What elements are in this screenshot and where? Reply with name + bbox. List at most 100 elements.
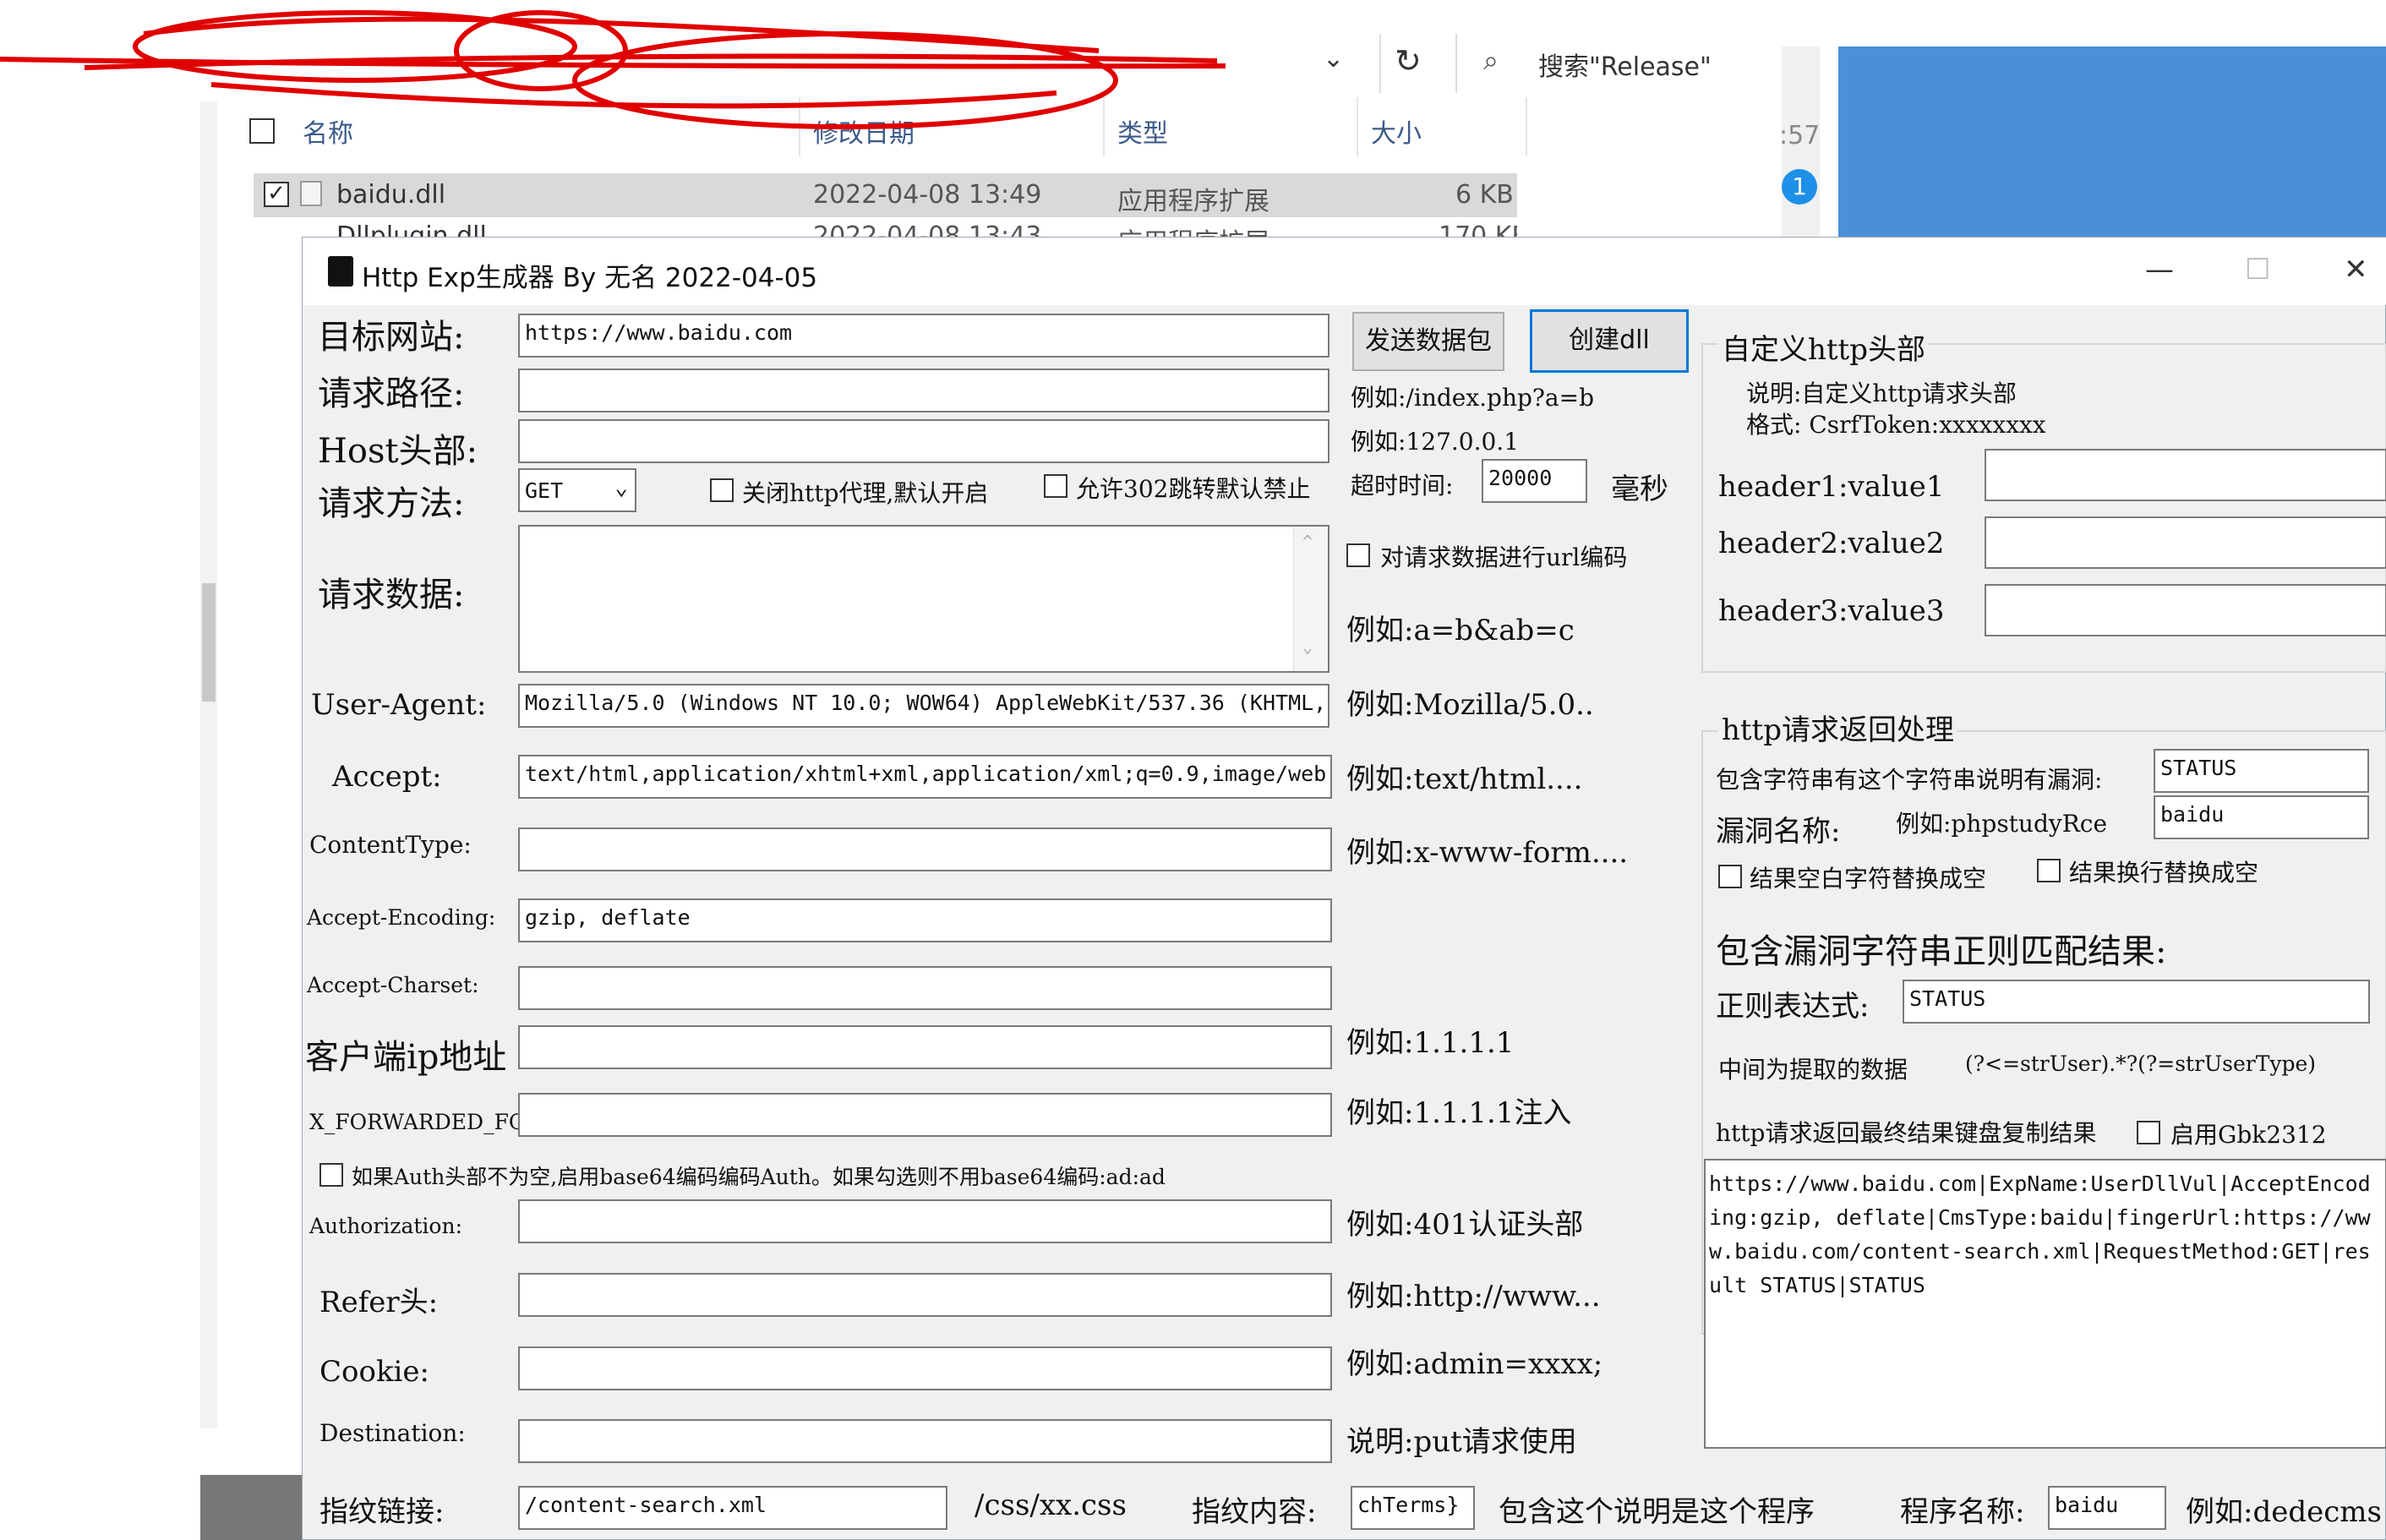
refer-example: 例如:http://www...	[1346, 1280, 1601, 1313]
chevron-down-icon[interactable]: ⌄	[1323, 44, 1344, 74]
auth-label: Authorization:	[309, 1214, 462, 1238]
header2-label: header2:value2	[1718, 527, 1945, 560]
newline-replace-label: 结果换行替换成空	[2069, 859, 2259, 887]
data-label: 请求数据:	[318, 576, 465, 614]
method-select[interactable]: GET ⌄	[518, 468, 636, 512]
client-ip-input[interactable]	[518, 1025, 1332, 1069]
search-input[interactable]: ⌕ 搜索"Release"	[1458, 35, 1766, 91]
cookie-input[interactable]	[518, 1346, 1332, 1390]
fingerprint-link-input[interactable]: /content-search.xml	[518, 1486, 947, 1530]
path-input[interactable]	[518, 369, 1329, 412]
final-result-textarea[interactable]: https://www.baidu.com|ExpName:UserDllVul…	[1704, 1159, 2386, 1449]
host-label: Host头部:	[318, 432, 478, 471]
host-input[interactable]	[518, 419, 1329, 463]
thumbnail-strip	[200, 1475, 302, 1540]
scroll-up-icon[interactable]: ^	[1302, 532, 1313, 552]
data-textarea[interactable]: ^ ⌄	[518, 525, 1329, 673]
scrollbar[interactable]: ^ ⌄	[1293, 527, 1328, 671]
create-dll-button[interactable]: 创建dll	[1530, 309, 1689, 373]
divider	[1455, 34, 1457, 93]
destination-label: Destination:	[319, 1419, 466, 1447]
refer-input[interactable]	[518, 1273, 1332, 1317]
accept-encoding-input[interactable]: gzip, deflate	[518, 898, 1332, 942]
search-placeholder: 搜索"Release"	[1538, 52, 1712, 82]
ctype-input[interactable]	[518, 827, 1332, 871]
fingerprint-link-label: 指纹链接:	[319, 1495, 445, 1529]
path-example: 例如:/index.php?a=b	[1351, 384, 1595, 412]
close-proxy-label: 关闭http代理,默认开启	[742, 479, 989, 507]
xff-input[interactable]	[518, 1093, 1332, 1137]
ua-input[interactable]: Mozilla/5.0 (Windows NT 10.0; WOW64) App…	[518, 684, 1329, 728]
contains-input[interactable]: STATUS	[2154, 749, 2369, 793]
refresh-icon[interactable]: ↻	[1395, 42, 1422, 79]
url-encode-label: 对请求数据进行url编码	[1380, 543, 1628, 571]
close-button[interactable]: ✕	[2344, 253, 2368, 287]
auth-input[interactable]	[518, 1199, 1332, 1243]
maximize-button[interactable]: ☐	[2245, 253, 2270, 287]
auth-example: 例如:401认证头部	[1346, 1208, 1584, 1242]
newline-replace-checkbox[interactable]	[2037, 859, 2061, 882]
scrollbar-thumb[interactable]	[202, 583, 216, 702]
file-date: 2022-04-08 13:43	[813, 221, 1042, 238]
side-time: :57	[1779, 121, 1821, 150]
chevron-down-icon: ⌄	[614, 475, 628, 500]
accept-input[interactable]: text/html,application/xhtml+xml,applicat…	[518, 755, 1332, 799]
custom-headers-desc: 说明:自定义http请求头部	[1746, 380, 2017, 407]
extract-example: (?<=strUser).*?(?=strUserType)	[1965, 1051, 2317, 1076]
host-example: 例如:127.0.0.1	[1351, 428, 1520, 456]
http-exp-generator-window: Http Exp生成器 By 无名 2022-04-05 — ☐ ✕ 目标网站:…	[302, 237, 2386, 1540]
auth-note: 如果Auth头部不为空,启用base64编码编码Auth。如果勾选则不用base…	[352, 1165, 1166, 1189]
file-name: Dllplugin.dll	[336, 221, 487, 238]
search-icon: ⌕	[1483, 44, 1499, 76]
method-label: 请求方法:	[318, 484, 465, 523]
send-packet-button[interactable]: 发送数据包	[1352, 312, 1504, 371]
fingerprint-content-label: 指纹内容:	[1192, 1495, 1317, 1529]
header2-input[interactable]	[1985, 516, 2386, 569]
url-encode-checbox[interactable]	[1346, 543, 1370, 567]
final-result-title: http请求返回最终结果键盘复制结果	[1716, 1119, 2097, 1147]
file-type: 应用程序扩展	[1117, 187, 1269, 216]
header3-input[interactable]	[1985, 584, 2386, 636]
window-title: Http Exp生成器 By 无名 2022-04-05	[362, 263, 818, 293]
accept-charset-label: Accept-Charset:	[307, 973, 479, 997]
destination-input[interactable]	[518, 1419, 1332, 1463]
file-checkbox[interactable]: ✓	[264, 182, 289, 207]
title-bar[interactable]: Http Exp生成器 By 无名 2022-04-05 — ☐ ✕	[303, 238, 2386, 305]
contains-label: 包含字符串有这个字符串说明有漏洞:	[1716, 766, 2103, 794]
accept-charset-input[interactable]	[518, 966, 1332, 1010]
client-ip-label: 客户端ip地址	[305, 1038, 507, 1077]
column-size[interactable]: 大小	[1371, 112, 1422, 150]
xff-label: X_FORWARDED_FOR:	[309, 1110, 549, 1134]
vuln-name-input[interactable]: baidu	[2154, 795, 2369, 839]
timeout-input[interactable]: 20000	[1482, 459, 1587, 503]
program-name-label: 程序名称:	[1900, 1495, 2025, 1529]
notification-badge[interactable]: 1	[1782, 169, 1817, 205]
program-name-input[interactable]: baidu	[2048, 1486, 2166, 1530]
close-proxy-checkbox[interactable]	[710, 478, 734, 502]
fingerprint-content-input[interactable]: chTerms}	[1351, 1486, 1475, 1530]
file-row[interactable]: Dllplugin.dll 2022-04-08 13:43 应用程序扩展 17…	[254, 221, 1517, 238]
custom-headers-format: 格式: CsrfToken:xxxxxxxx	[1746, 411, 2046, 439]
gbk-checkbox[interactable]	[2137, 1121, 2160, 1144]
divider	[1379, 34, 1381, 93]
accept-label: Accept:	[332, 760, 442, 794]
header1-input[interactable]	[1985, 449, 2386, 501]
ua-label: User-Agent:	[311, 688, 487, 722]
scrollbar[interactable]	[200, 101, 217, 1428]
vuln-name-label: 漏洞名称:	[1716, 815, 1841, 849]
scroll-down-icon[interactable]: ⌄	[1302, 636, 1313, 657]
client-ip-example: 例如:1.1.1.1	[1346, 1026, 1515, 1060]
blank-replace-checkbox[interactable]	[1718, 865, 1742, 888]
divider	[1526, 97, 1527, 156]
target-label: 目标网站:	[318, 318, 465, 357]
extract-label: 中间为提取的数据	[1718, 1056, 1908, 1084]
allow302-checkbox[interactable]	[1044, 474, 1067, 498]
regex-input[interactable]: STATUS	[1903, 980, 2370, 1024]
minimize-button[interactable]: —	[2145, 253, 2174, 287]
regex-title: 包含漏洞字符串正则匹配结果:	[1716, 932, 2167, 971]
auth-no-base64-checkbox[interactable]	[319, 1163, 343, 1187]
response-title: http请求返回处理	[1718, 707, 1957, 748]
xff-example: 例如:1.1.1.1注入	[1346, 1096, 1572, 1130]
ua-example: 例如:Mozilla/5.0..	[1346, 688, 1594, 722]
target-input[interactable]: https://www.baidu.com	[518, 314, 1329, 358]
